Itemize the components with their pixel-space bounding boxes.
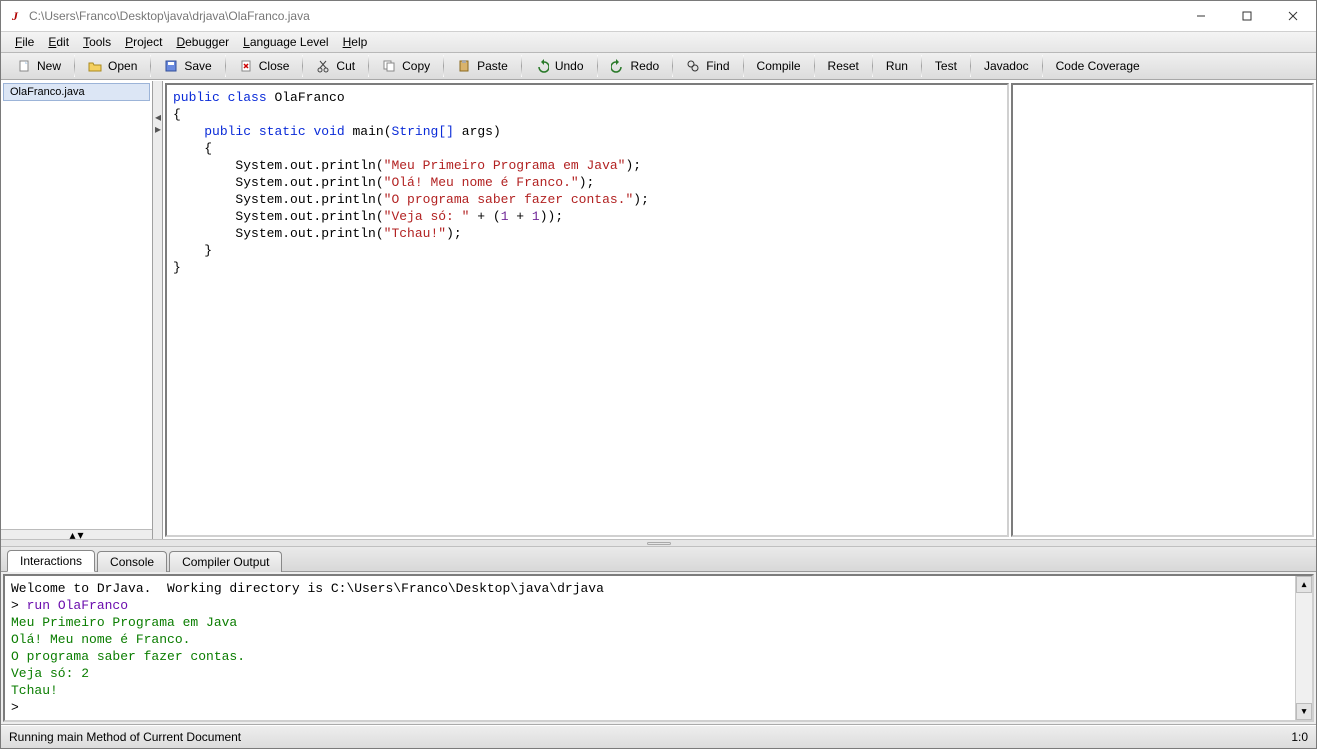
find-icon <box>686 59 700 73</box>
redo-icon <box>611 59 625 73</box>
menubar: File Edit Tools Project Debugger Languag… <box>1 31 1316 53</box>
tab-interactions[interactable]: Interactions <box>7 550 95 572</box>
cut-icon <box>316 59 330 73</box>
console-welcome: Welcome to DrJava. Working directory is … <box>11 581 604 596</box>
sidebar-collapse-handles[interactable]: ▴ ▾ <box>1 529 152 539</box>
cursor-position: 1:0 <box>1291 730 1308 744</box>
find-button[interactable]: Find <box>674 55 741 77</box>
interactions-console[interactable]: Welcome to DrJava. Working directory is … <box>3 574 1314 722</box>
bottom-pane: Interactions Console Compiler Output Wel… <box>1 547 1316 724</box>
console-command: run OlaFranco <box>27 598 128 613</box>
console-output-line: O programa saber fazer contas. <box>11 649 245 664</box>
titlebar: J C:\Users\Franco\Desktop\java\drjava\Ol… <box>1 1 1316 31</box>
console-prompt: > <box>11 598 27 613</box>
paste-button[interactable]: Paste <box>445 55 520 77</box>
minimize-button[interactable] <box>1178 1 1224 31</box>
close-file-icon <box>239 59 253 73</box>
cut-button[interactable]: Cut <box>304 55 367 77</box>
save-icon <box>164 59 178 73</box>
test-button[interactable]: Test <box>923 55 969 77</box>
open-button[interactable]: Open <box>76 55 149 77</box>
console-output-line: Meu Primeiro Programa em Java <box>11 615 237 630</box>
menu-language-level[interactable]: Language Level <box>237 33 334 51</box>
scroll-down-icon[interactable]: ▾ <box>1296 703 1312 720</box>
coverage-button[interactable]: Code Coverage <box>1044 55 1152 77</box>
statusbar: Running main Method of Current Document … <box>1 724 1316 748</box>
undo-icon <box>535 59 549 73</box>
redo-button[interactable]: Redo <box>599 55 672 77</box>
menu-edit[interactable]: Edit <box>42 33 75 51</box>
console-output-line: Tchau! <box>11 683 58 698</box>
scroll-up-icon[interactable]: ▴ <box>1296 576 1312 593</box>
toolbar: New Open Save Close Cut Copy Paste Undo … <box>1 53 1316 80</box>
tab-console[interactable]: Console <box>97 551 167 572</box>
new-icon <box>17 59 31 73</box>
window-controls <box>1178 1 1316 31</box>
console-output-line: Olá! Meu nome é Franco. <box>11 632 190 647</box>
run-button[interactable]: Run <box>874 55 920 77</box>
copy-button[interactable]: Copy <box>370 55 442 77</box>
code-editor[interactable]: public class OlaFranco { public static v… <box>165 83 1009 537</box>
save-button[interactable]: Save <box>152 55 223 77</box>
bottom-tabs: Interactions Console Compiler Output <box>1 547 1316 572</box>
undo-button[interactable]: Undo <box>523 55 596 77</box>
reset-button[interactable]: Reset <box>816 55 871 77</box>
tab-compiler-output[interactable]: Compiler Output <box>169 551 282 572</box>
copy-icon <box>382 59 396 73</box>
close-button[interactable] <box>1270 1 1316 31</box>
menu-file[interactable]: File <box>9 33 40 51</box>
new-button[interactable]: New <box>5 55 73 77</box>
vertical-splitter[interactable]: ◂ ▸ <box>153 81 163 539</box>
editor-container: public class OlaFranco { public static v… <box>163 81 1316 539</box>
workarea: OlaFranco.java ▴ ▾ ◂ ▸ public class OlaF… <box>1 80 1316 539</box>
menu-project[interactable]: Project <box>119 33 168 51</box>
javadoc-button[interactable]: Javadoc <box>972 55 1041 77</box>
app-icon: J <box>7 8 23 24</box>
menu-tools[interactable]: Tools <box>77 33 117 51</box>
file-list-sidebar: OlaFranco.java ▴ ▾ <box>1 81 153 539</box>
right-panel <box>1011 83 1314 537</box>
menu-help[interactable]: Help <box>337 33 374 51</box>
close-button-tb[interactable]: Close <box>227 55 302 77</box>
status-message: Running main Method of Current Document <box>9 730 241 744</box>
window-title: C:\Users\Franco\Desktop\java\drjava\OlaF… <box>29 9 310 23</box>
console-output-line: Veja só: 2 <box>11 666 89 681</box>
paste-icon <box>457 59 471 73</box>
compile-button[interactable]: Compile <box>745 55 813 77</box>
open-file-tab[interactable]: OlaFranco.java <box>3 83 150 101</box>
console-prompt: > <box>11 700 19 715</box>
horizontal-splitter[interactable] <box>1 539 1316 547</box>
menu-debugger[interactable]: Debugger <box>170 33 235 51</box>
open-icon <box>88 59 102 73</box>
maximize-button[interactable] <box>1224 1 1270 31</box>
console-scrollbar[interactable]: ▴ ▾ <box>1295 576 1312 720</box>
chevron-right-icon: ▸ <box>153 123 163 135</box>
